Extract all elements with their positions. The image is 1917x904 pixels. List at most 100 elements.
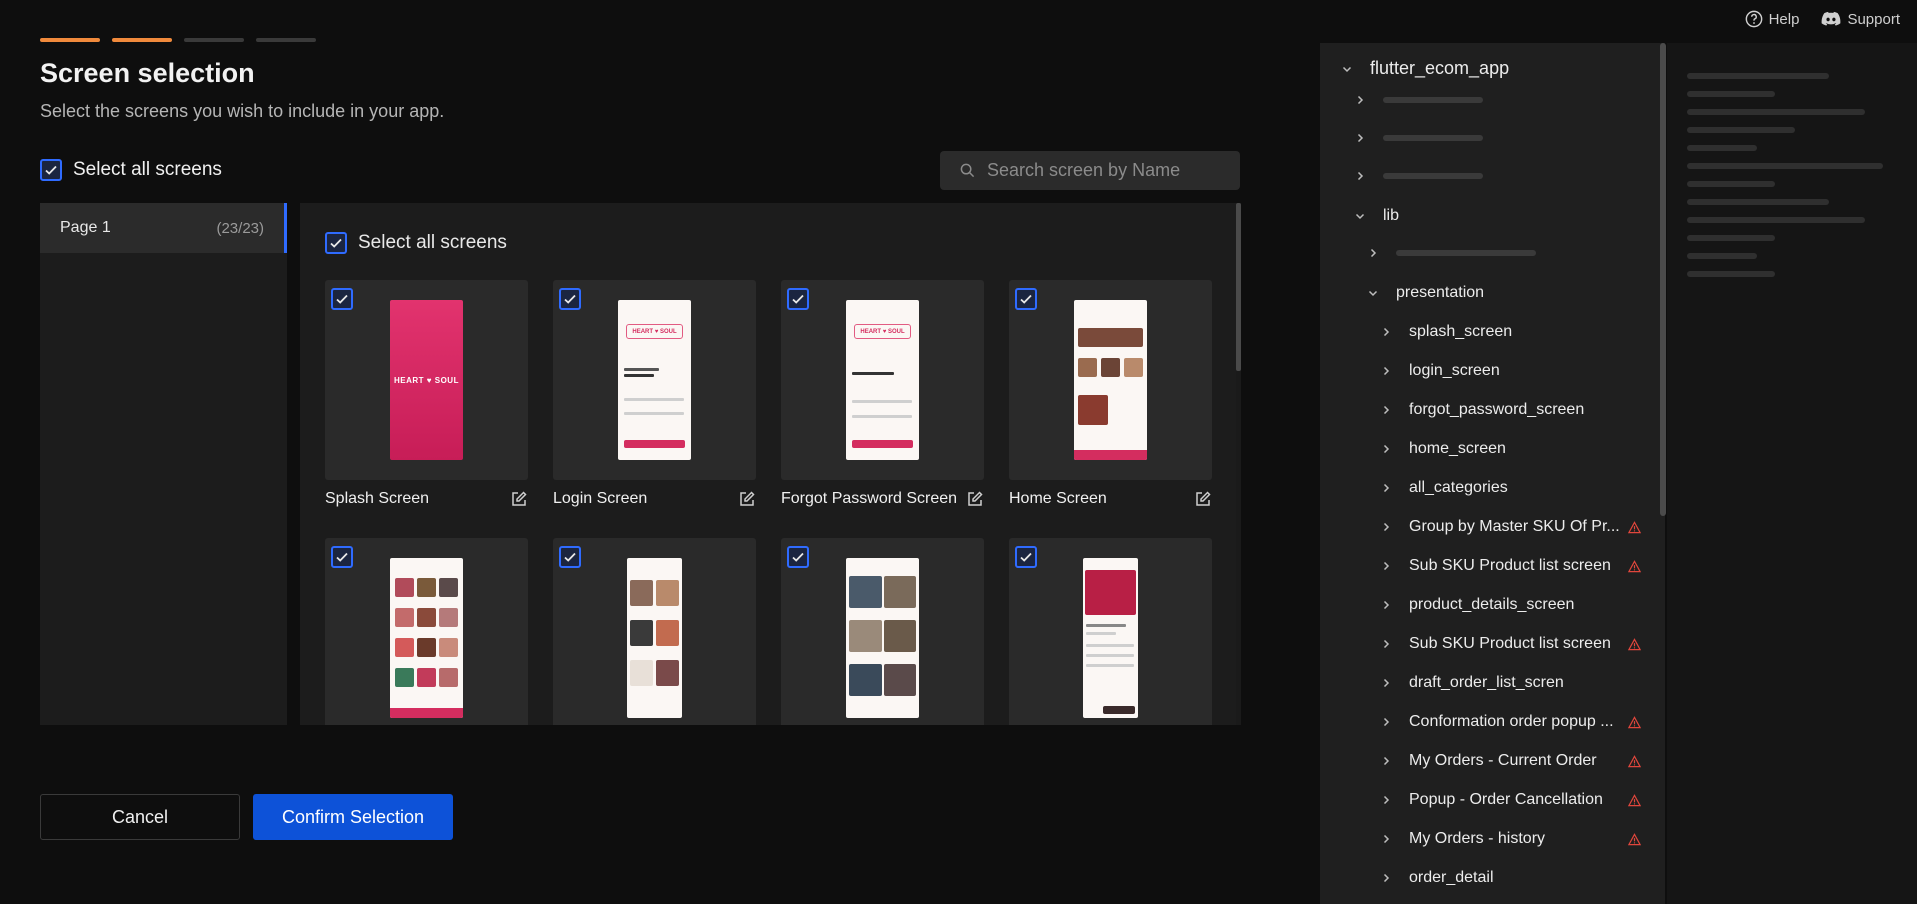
screen-checkbox[interactable] [331,546,353,568]
tree-item[interactable]: home_screen [1379,440,1506,458]
screen-checkbox[interactable] [559,288,581,310]
check-icon [792,294,804,304]
preview-pane-loading [1667,43,1917,904]
tree-item[interactable]: Conformation order popup ... [1379,713,1614,731]
chevron-right-icon [1379,832,1393,846]
check-icon [792,552,804,562]
tree-item[interactable]: draft_order_list_scren [1379,674,1564,692]
tree-item[interactable]: Sub SKU Product list screen [1379,635,1611,653]
progress-stepper [40,38,316,42]
tree-item-label: login_screen [1409,362,1500,379]
tree-item[interactable]: My Orders - Current Order [1379,752,1597,770]
page-list: Page 1 (23/23) [40,203,287,725]
loading-placeholder [1687,253,1757,259]
loading-placeholder [1687,199,1829,205]
screen-checkbox[interactable] [787,546,809,568]
loading-placeholder [1687,127,1795,133]
edit-icon[interactable] [738,490,756,508]
grid-scrollbar-thumb[interactable] [1236,203,1241,371]
tree-item[interactable]: product_details_screen [1379,596,1574,614]
chevron-right-icon [1379,637,1393,651]
tree-folder-lib[interactable]: lib [1353,207,1399,225]
product-list-preview [627,558,682,718]
tree-item[interactable]: My Orders - history [1379,830,1545,848]
screen-thumbnail: HEART ♥ SOUL [553,280,756,480]
tree-item[interactable]: splash_screen [1379,323,1512,341]
screen-checkbox[interactable] [331,288,353,310]
chevron-right-icon [1353,93,1367,107]
tree-folder-placeholder[interactable] [1353,169,1483,183]
confirm-selection-button[interactable]: Confirm Selection [253,794,453,840]
page-title: Screen selection [40,58,255,88]
select-all-label: Select all screens [358,232,507,253]
chevron-right-icon [1379,871,1393,885]
tree-item[interactable]: login_screen [1379,362,1500,380]
tree-item[interactable]: Sub SKU Product list screen [1379,557,1611,575]
tree-item[interactable]: Popup - Order Cancellation [1379,791,1603,809]
screen-card-product-list[interactable] [553,538,756,725]
cancel-button[interactable]: Cancel [40,794,240,840]
edit-icon[interactable] [966,490,984,508]
screen-card-home[interactable]: Home Screen [1009,280,1212,508]
checkbox-checked[interactable] [325,232,347,254]
screen-card-group-by-sku[interactable] [781,538,984,725]
loading-placeholder [1687,73,1829,79]
screen-card-categories[interactable] [325,538,528,725]
screen-card-product-details[interactable] [1009,538,1212,725]
warning-icon [1628,794,1641,807]
select-all-screens-global[interactable]: Select all screens [40,159,222,181]
screen-checkbox[interactable] [559,546,581,568]
page-name: Page 1 [60,219,111,236]
tree-folder-placeholder[interactable] [1353,93,1483,107]
group-by-sku-preview [846,558,919,718]
chevron-down-icon [1366,286,1380,300]
tree-scrollbar[interactable] [1660,43,1666,516]
chevron-right-icon [1366,246,1380,260]
tree-root[interactable]: flutter_ecom_app [1340,58,1509,79]
screen-checkbox[interactable] [1015,288,1037,310]
warning-icon [1628,755,1641,768]
tree-item-label: Group by Master SKU Of Pr... [1409,518,1620,535]
checkbox-checked[interactable] [40,159,62,181]
screen-checkbox[interactable] [1015,546,1037,568]
page-count: (23/23) [216,219,264,237]
page-subtitle: Select the screens you wish to include i… [40,101,445,121]
screen-label: Home Screen [1009,490,1107,507]
screen-checkbox[interactable] [787,288,809,310]
search-box[interactable] [940,151,1240,190]
tree-folder-presentation[interactable]: presentation [1366,284,1484,302]
chevron-right-icon [1379,793,1393,807]
page-item-page-1[interactable]: Page 1 (23/23) [40,203,287,253]
select-all-screens-page[interactable]: Select all screens [325,232,507,254]
screen-card-forgot-password[interactable]: HEART ♥ SOUL Forgot Password Screen [781,280,984,508]
chevron-right-icon [1379,754,1393,768]
home-preview [1074,300,1147,460]
chevron-right-icon [1379,325,1393,339]
grid-scrollbar[interactable] [1236,203,1241,725]
screen-card-login[interactable]: HEART ♥ SOUL Login Screen [553,280,756,508]
help-link[interactable]: Help [1745,10,1799,28]
tree-item-label: Sub SKU Product list screen [1409,635,1611,652]
tree-folder-placeholder[interactable] [1366,246,1536,260]
tree-folder-placeholder[interactable] [1353,131,1483,145]
tree-item[interactable]: all_categories [1379,479,1508,497]
check-icon [45,165,57,175]
tree-item[interactable]: forgot_password_screen [1379,401,1584,419]
loading-placeholder [1396,250,1536,256]
screen-label: Forgot Password Screen [781,490,958,507]
file-tree: flutter_ecom_app lib presentation splash… [1320,43,1665,904]
step-3 [184,38,244,42]
screen-label: Splash Screen [325,490,430,507]
check-icon [564,294,576,304]
support-link[interactable]: Support [1821,10,1900,28]
tree-item[interactable]: Group by Master SKU Of Pr... [1379,518,1620,536]
select-all-label: Select all screens [73,159,222,180]
tree-item[interactable]: order_detail [1379,869,1494,887]
screen-thumbnail: HEART ♥ SOUL [325,280,528,480]
chevron-right-icon [1379,403,1393,417]
edit-icon[interactable] [510,490,528,508]
edit-icon[interactable] [1194,490,1212,508]
screen-card-splash[interactable]: HEART ♥ SOUL Splash Screen [325,280,528,508]
search-input[interactable] [987,160,1227,181]
tree-item-label: Conformation order popup ... [1409,713,1614,730]
